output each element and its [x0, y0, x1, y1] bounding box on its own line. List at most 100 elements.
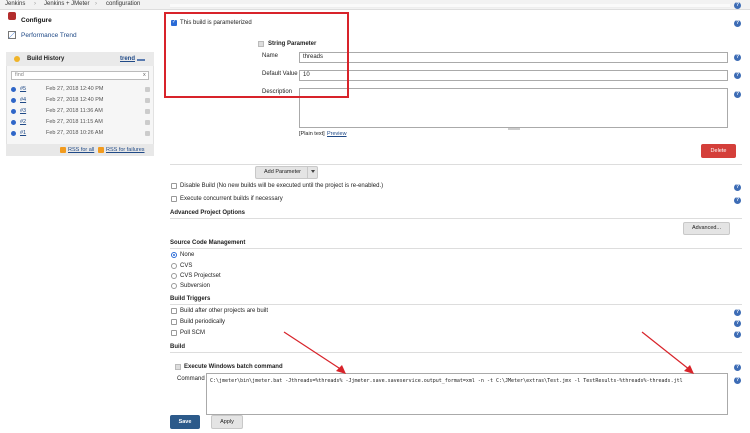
rss-icon — [60, 147, 66, 153]
build-number[interactable]: #3 — [20, 107, 26, 116]
build-find-input[interactable]: find — [11, 71, 149, 80]
disable-build-checkbox[interactable] — [171, 183, 177, 189]
build-number[interactable]: #2 — [20, 118, 26, 127]
build-date: Feb 27, 2018 12:40 PM — [46, 97, 104, 103]
wrench-icon — [8, 12, 16, 20]
breadcrumb-configuration[interactable]: configuration — [106, 1, 140, 7]
build-number[interactable]: #1 — [20, 129, 26, 138]
console-icon[interactable] — [145, 120, 150, 125]
breadcrumb-separator-icon: › — [95, 1, 97, 7]
save-button[interactable]: Save — [170, 415, 200, 429]
scm-subversion-label: Subversion — [180, 283, 211, 289]
help-icon[interactable]: ? — [734, 72, 741, 79]
chart-icon — [8, 31, 16, 39]
console-icon[interactable] — [145, 109, 150, 114]
clear-find-icon[interactable]: x — [143, 72, 146, 78]
rss-icon — [98, 147, 104, 153]
dropdown-arrow-icon[interactable] — [311, 170, 315, 173]
rss-failures-link[interactable]: RSS for failures — [106, 147, 145, 153]
help-icon[interactable]: ? — [734, 197, 741, 204]
param-default-input[interactable]: 10 — [299, 70, 728, 81]
build-number[interactable]: #5 — [20, 85, 26, 94]
divider — [170, 218, 742, 219]
trigger-periodically-label: Build periodically — [180, 319, 226, 325]
build-row[interactable]: #1 Feb 27, 2018 10:26 AM — [11, 129, 151, 138]
scm-title: Source Code Management — [170, 240, 246, 246]
help-icon[interactable]: ? — [734, 2, 741, 9]
trigger-after-other-label: Build after other projects are built — [180, 308, 269, 314]
rss-all-link[interactable]: RSS for all — [68, 147, 94, 153]
help-icon[interactable]: ? — [734, 320, 741, 327]
trend-link[interactable]: trend — [120, 56, 135, 62]
build-date: Feb 27, 2018 11:36 AM — [46, 108, 103, 114]
console-icon[interactable] — [145, 87, 150, 92]
breadcrumb-separator-icon: › — [34, 1, 36, 7]
build-row[interactable]: #3 Feb 27, 2018 11:36 AM — [11, 107, 151, 116]
add-parameter-button[interactable]: Add Parameter — [255, 166, 318, 179]
concurrent-builds-checkbox[interactable] — [171, 196, 177, 202]
build-triggers-title: Build Triggers — [170, 296, 211, 302]
build-status-icon — [11, 98, 16, 103]
help-icon[interactable]: ? — [734, 54, 741, 61]
scm-none-radio[interactable] — [171, 252, 177, 258]
trend-line-icon — [137, 59, 145, 61]
divider — [170, 248, 742, 249]
breadcrumb-job[interactable]: Jenkins + JMeter — [44, 1, 90, 7]
build-row[interactable]: #2 Feb 27, 2018 11:15 AM — [11, 118, 151, 127]
weather-sun-icon — [14, 56, 20, 62]
resize-handle-icon[interactable] — [508, 128, 520, 130]
divider — [170, 164, 742, 165]
scm-cvs-projectset-label: CVS Projectset — [180, 273, 221, 279]
annotation-highlight-box — [164, 12, 349, 98]
build-status-icon — [11, 87, 16, 92]
scm-subversion-radio[interactable] — [171, 283, 177, 289]
concurrent-builds-label: Execute concurrent builds if necessary — [180, 196, 283, 202]
trigger-after-other-checkbox[interactable] — [171, 308, 177, 314]
cut-off-row — [170, 4, 730, 8]
build-row[interactable]: #4 Feb 27, 2018 12:40 PM — [11, 96, 151, 105]
scm-cvs-radio[interactable] — [171, 263, 177, 269]
build-title: Build — [170, 344, 185, 350]
param-description-textarea[interactable] — [299, 88, 728, 128]
command-label: Command — [177, 376, 205, 382]
sidebar-configure[interactable]: Configure — [21, 17, 52, 24]
console-icon[interactable] — [145, 131, 150, 136]
param-name-input[interactable]: threads — [299, 52, 728, 63]
build-number[interactable]: #4 — [20, 96, 26, 105]
divider — [170, 304, 742, 305]
help-icon[interactable]: ? — [734, 331, 741, 338]
scm-cvs-projectset-radio[interactable] — [171, 273, 177, 279]
console-icon[interactable] — [145, 98, 150, 103]
trigger-poll-scm-label: Poll SCM — [180, 330, 206, 336]
trigger-periodically-checkbox[interactable] — [171, 319, 177, 325]
help-icon[interactable]: ? — [734, 377, 741, 384]
help-icon[interactable]: ? — [734, 309, 741, 316]
help-icon[interactable]: ? — [734, 91, 741, 98]
plain-text-label: [Plain text] — [299, 131, 325, 137]
build-status-icon — [11, 120, 16, 125]
scm-cvs-label: CVS — [180, 263, 193, 269]
batch-command-title: Execute Windows batch command — [184, 364, 283, 370]
advanced-options-title: Advanced Project Options — [170, 210, 246, 216]
build-date: Feb 27, 2018 10:26 AM — [46, 130, 104, 136]
build-status-icon — [11, 109, 16, 114]
help-icon[interactable]: ? — [734, 364, 741, 371]
apply-button[interactable]: Apply — [211, 415, 243, 429]
trigger-poll-scm-checkbox[interactable] — [171, 330, 177, 336]
help-icon[interactable]: ? — [734, 184, 741, 191]
preview-link[interactable]: Preview — [327, 131, 347, 137]
build-row[interactable]: #5 Feb 27, 2018 12:40 PM — [11, 85, 151, 94]
drag-handle-icon[interactable] — [175, 364, 181, 370]
breadcrumb-jenkins[interactable]: Jenkins — [5, 1, 25, 7]
help-icon[interactable]: ? — [734, 20, 741, 27]
sidebar-performance-trend[interactable]: Performance Trend — [21, 32, 77, 39]
split-divider — [307, 166, 308, 179]
build-date: Feb 27, 2018 12:40 PM — [46, 86, 104, 92]
advanced-button[interactable]: Advanced... — [683, 222, 730, 235]
build-date: Feb 27, 2018 11:15 AM — [46, 119, 103, 125]
add-parameter-label: Add Parameter — [264, 169, 301, 175]
build-history-title: Build History — [27, 56, 65, 62]
annotation-arrow-icon — [641, 331, 694, 374]
delete-button[interactable]: Delete — [701, 144, 736, 158]
disable-build-label: Disable Build (No new builds will be exe… — [180, 183, 384, 189]
